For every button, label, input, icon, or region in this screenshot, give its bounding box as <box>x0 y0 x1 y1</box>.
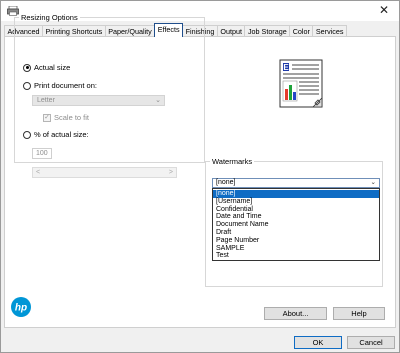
actual-size-radio[interactable] <box>23 63 31 72</box>
actual-size-option[interactable]: Actual size <box>23 63 70 72</box>
percent-of-actual-size-radio[interactable] <box>23 130 31 139</box>
watermark-option-username[interactable]: [Username] <box>213 198 379 206</box>
percent-of-actual-size-label: % of actual size: <box>34 130 89 139</box>
cancel-button[interactable]: Cancel <box>347 336 395 349</box>
resizing-options-legend: Resizing Options <box>21 13 78 22</box>
watermark-option-document-name[interactable]: Document Name <box>213 221 379 229</box>
scale-to-fit-option[interactable]: ✓ Scale to fit <box>43 113 89 122</box>
percent-slider[interactable]: < > <box>32 167 177 178</box>
scale-to-fit-checkbox[interactable]: ✓ <box>43 113 51 122</box>
ok-button[interactable]: OK <box>294 336 342 349</box>
watermarks-select[interactable]: [none] ⌄ <box>212 178 380 188</box>
watermarks-dropdown-list: [none] [Username] Confidential Date and … <box>212 188 380 261</box>
svg-text:hp: hp <box>15 303 27 314</box>
chevron-down-icon: ⌄ <box>370 179 376 186</box>
watermark-option-confidential[interactable]: Confidential <box>213 206 379 214</box>
svg-text:E: E <box>283 63 289 72</box>
scale-to-fit-label: Scale to fit <box>54 113 90 122</box>
paper-size-value: Letter <box>37 97 55 104</box>
close-icon[interactable]: ✕ <box>379 4 389 16</box>
watermark-option-sample[interactable]: SAMPLE <box>213 245 379 253</box>
printer-properties-window: ✕ Advanced Printing Shortcuts Paper/Qual… <box>0 0 400 353</box>
watermarks-select-value: [none] <box>216 179 236 186</box>
chevron-down-icon: ⌄ <box>155 97 161 104</box>
watermarks-legend: Watermarks <box>212 157 253 166</box>
print-document-on-label: Print document on: <box>34 81 97 90</box>
watermark-option-draft[interactable]: Draft <box>213 229 379 237</box>
hp-logo: hp <box>11 297 31 317</box>
slider-right-arrow-icon[interactable]: > <box>169 168 173 177</box>
actual-size-label: Actual size <box>34 63 71 72</box>
help-button[interactable]: Help <box>333 307 385 320</box>
watermark-option-test[interactable]: Test <box>213 252 379 260</box>
watermark-option-none[interactable]: [none] <box>213 190 379 198</box>
percent-of-actual-size-option[interactable]: % of actual size: <box>23 130 89 139</box>
watermark-option-date-and-time[interactable]: Date and Time <box>213 213 379 221</box>
about-button[interactable]: About... <box>264 307 327 320</box>
document-preview-icon: E <box>279 59 323 108</box>
print-document-on-option[interactable]: Print document on: <box>23 81 97 90</box>
paper-size-select[interactable]: Letter ⌄ <box>32 95 165 106</box>
print-document-on-radio[interactable] <box>23 81 31 90</box>
watermark-option-page-number[interactable]: Page Number <box>213 237 379 245</box>
tab-effects[interactable]: Effects <box>154 23 184 37</box>
percent-input[interactable]: 100 <box>32 148 52 159</box>
slider-left-arrow-icon[interactable]: < <box>36 168 40 177</box>
